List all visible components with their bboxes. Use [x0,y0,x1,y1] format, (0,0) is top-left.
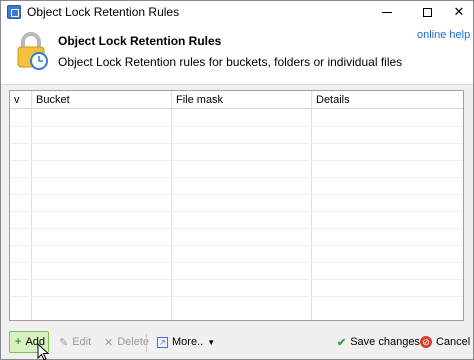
edit-label: Edit [72,336,92,348]
toolbar-separator [146,334,147,352]
save-changes-button[interactable]: ✔ Save changes [331,331,426,353]
lock-clock-icon [17,32,48,70]
minimize-button[interactable] [371,1,403,23]
close-button[interactable]: ✕ [443,1,474,23]
row-divider [10,126,463,127]
column-header-details[interactable]: Details [312,91,462,109]
maximize-button[interactable] [411,1,443,23]
column-header-file-mask[interactable]: File mask [172,91,310,109]
more-button[interactable]: ↗ More.. ▼ [151,331,221,353]
chevron-down-icon: ▼ [207,337,216,347]
row-divider [10,279,463,280]
column-header-bucket[interactable]: Bucket [32,91,170,109]
window-title: Object Lock Retention Rules [27,5,180,19]
column-header-v[interactable]: v [10,91,30,109]
title-bar: Object Lock Retention Rules ✕ [1,1,473,23]
edit-icon: ✎ [59,336,69,349]
dialog-window: Object Lock Retention Rules ✕ Object Loc… [0,0,474,360]
grid-header: v Bucket File mask Details [10,91,463,109]
delete-label: Delete [117,336,150,348]
header-title: Object Lock Retention Rules [58,34,222,48]
row-divider [10,245,463,246]
add-icon: + [15,336,22,348]
row-divider [10,143,463,144]
save-label: Save changes [350,336,420,348]
cancel-button[interactable]: ⊘ Cancel [414,331,474,353]
close-icon: ✕ [453,4,465,19]
rules-grid[interactable]: v Bucket File mask Details [9,90,464,321]
online-help-link[interactable]: online help [417,29,470,41]
mouse-cursor [37,343,50,360]
more-icon: ↗ [157,336,168,348]
row-divider [10,177,463,178]
app-icon [7,5,21,19]
header-description: Object Lock Retention rules for buckets,… [58,55,403,69]
more-label: More.. [172,336,204,348]
edit-button[interactable]: ✎ Edit [53,331,97,353]
delete-icon: ✕ [104,336,114,349]
row-divider [10,296,463,297]
row-divider [10,160,463,161]
minimize-icon [382,11,392,13]
row-divider [10,211,463,212]
check-icon: ✔ [337,336,347,349]
row-divider [10,228,463,229]
row-divider [10,262,463,263]
cancel-label: Cancel [436,336,471,348]
bottom-toolbar: + Add ✎ Edit ✕ Delete ↗ More.. ▼ ✔ Save … [1,329,473,359]
cancel-icon: ⊘ [420,336,432,348]
dialog-header: Object Lock Retention Rules Object Lock … [1,23,473,85]
maximize-icon [422,7,432,17]
row-divider [10,194,463,195]
